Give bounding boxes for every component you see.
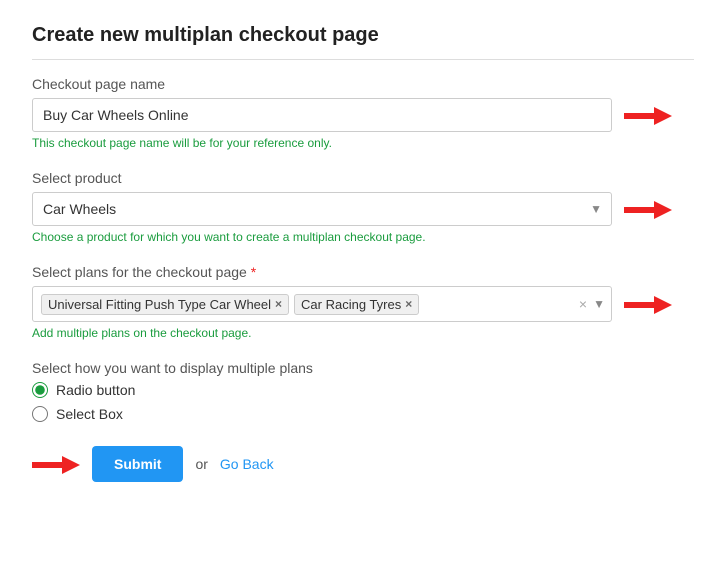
plans-tags-input[interactable]: Universal Fitting Push Type Car Wheel × … — [32, 286, 612, 322]
arrow-indicator-product — [624, 199, 672, 219]
tag-cartyres-label: Car Racing Tyres — [301, 297, 401, 312]
checkout-name-input[interactable] — [32, 98, 612, 132]
select-product-section: Select product Car Wheels Car Racing Tyr… — [32, 170, 694, 244]
select-plans-section: Select plans for the checkout page * Uni… — [32, 264, 694, 340]
radio-input-radio[interactable] — [32, 382, 48, 398]
radio-label-select: Select Box — [56, 406, 123, 422]
tag-cartyres-remove[interactable]: × — [405, 298, 412, 310]
display-option-section: Select how you want to display multiple … — [32, 360, 694, 422]
select-plans-hint: Add multiple plans on the checkout page. — [32, 326, 694, 340]
arrow-indicator-name — [624, 105, 672, 125]
tags-chevron-icon[interactable]: ▼ — [593, 297, 605, 311]
tag-universal-remove[interactable]: × — [275, 298, 282, 310]
arrow-indicator-plans — [624, 294, 672, 314]
radio-input-select[interactable] — [32, 406, 48, 422]
display-radio-group: Radio button Select Box — [32, 382, 694, 422]
page-title: Create new multiplan checkout page — [32, 24, 694, 60]
tag-universal: Universal Fitting Push Type Car Wheel × — [41, 294, 289, 315]
select-product-label: Select product — [32, 170, 694, 186]
select-plans-label: Select plans for the checkout page * — [32, 264, 694, 280]
submit-area: Submit or Go Back — [32, 446, 694, 482]
product-select[interactable]: Car Wheels Car Racing Tyres — [32, 192, 612, 226]
checkout-name-hint: This checkout page name will be for your… — [32, 136, 694, 150]
checkout-name-label: Checkout page name — [32, 76, 694, 92]
select-product-hint: Choose a product for which you want to c… — [32, 230, 694, 244]
arrow-indicator-submit — [32, 454, 80, 474]
submit-button[interactable]: Submit — [92, 446, 183, 482]
tags-clear-icon[interactable]: × — [579, 296, 587, 312]
checkout-name-section: Checkout page name This checkout page na… — [32, 76, 694, 150]
tag-universal-label: Universal Fitting Push Type Car Wheel — [48, 297, 271, 312]
radio-label-radio: Radio button — [56, 382, 135, 398]
tag-cartyres: Car Racing Tyres × — [294, 294, 419, 315]
display-option-label: Select how you want to display multiple … — [32, 360, 694, 376]
product-select-wrapper: Car Wheels Car Racing Tyres ▼ — [32, 192, 612, 226]
radio-item-select[interactable]: Select Box — [32, 406, 694, 422]
go-back-link[interactable]: Go Back — [220, 456, 274, 472]
required-star: * — [251, 264, 256, 280]
or-text: or — [195, 456, 207, 472]
radio-item-radio[interactable]: Radio button — [32, 382, 694, 398]
